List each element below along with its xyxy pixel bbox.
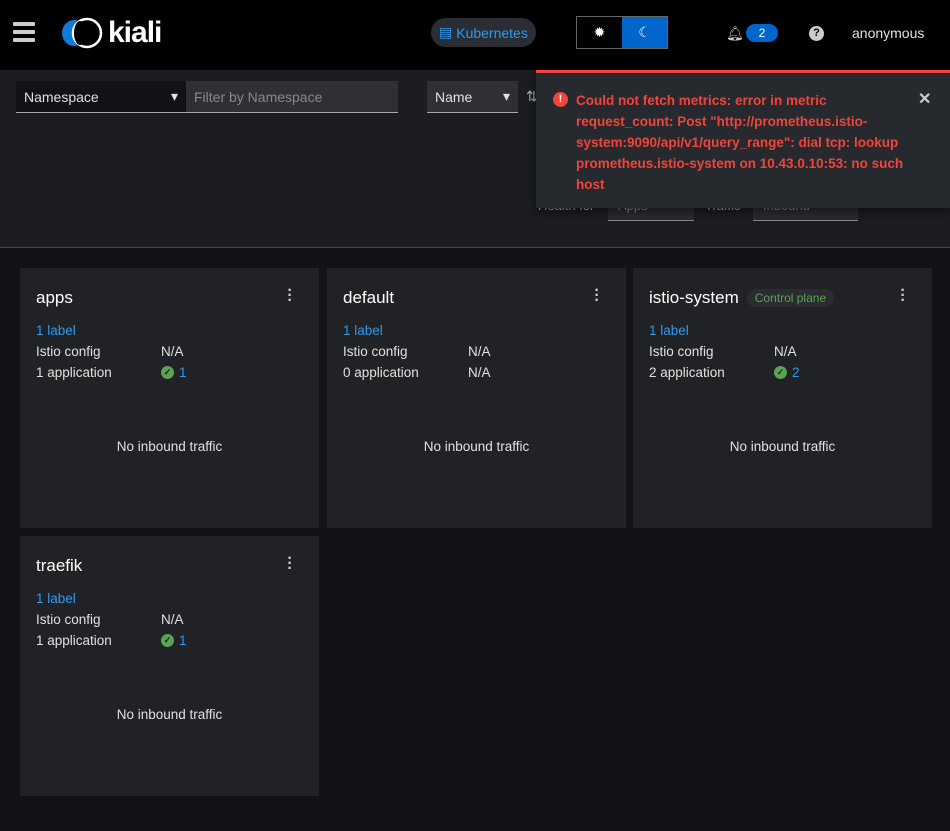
- error-message: Could not fetch metrics: error in metric…: [576, 93, 904, 192]
- close-icon[interactable]: ✕: [918, 89, 931, 109]
- labels-link[interactable]: 1 label: [343, 323, 383, 338]
- error-alert: ! Could not fetch metrics: error in metr…: [536, 70, 950, 208]
- menu-toggle-icon[interactable]: [13, 22, 35, 42]
- kebab-menu-icon[interactable]: · · ·: [287, 283, 293, 309]
- logo-text: kiali: [108, 16, 162, 49]
- istio-config-value: N/A: [161, 344, 184, 359]
- control-plane-badge: Control plane: [746, 289, 835, 307]
- istio-config-value: N/A: [161, 612, 184, 627]
- applications-value[interactable]: ✓ 1: [161, 365, 187, 380]
- istio-config-label: Istio config: [343, 344, 408, 359]
- namespace-filter-select[interactable]: Namespace ▾: [16, 81, 186, 113]
- istio-config-value: N/A: [468, 344, 491, 359]
- caret-down-icon: ▾: [502, 88, 510, 104]
- istio-config-label: Istio config: [36, 612, 101, 627]
- namespace-card: default · · · 1 label Istio config N/A 0 a…: [327, 268, 626, 528]
- namespace-name[interactable]: apps: [36, 288, 73, 308]
- cluster-badge[interactable]: ▤ Kubernetes: [431, 18, 536, 47]
- labels-link[interactable]: 1 label: [36, 591, 76, 606]
- namespace-select-label: Namespace: [24, 88, 99, 105]
- kiali-logo-icon: [62, 17, 103, 49]
- labels-link[interactable]: 1 label: [649, 323, 689, 338]
- traffic-status: No inbound traffic: [729, 439, 836, 454]
- traffic-status: No inbound traffic: [423, 439, 530, 454]
- kiali-logo[interactable]: kiali: [60, 16, 162, 50]
- check-circle-icon: ✓: [774, 366, 787, 379]
- notification-badge[interactable]: 2: [746, 24, 778, 42]
- applications-label: 2 application: [649, 365, 725, 380]
- sort-select[interactable]: Name ▾: [427, 81, 518, 113]
- traffic-status: No inbound traffic: [116, 439, 223, 454]
- namespace-name[interactable]: default: [343, 288, 394, 308]
- namespace-title[interactable]: apps: [36, 288, 73, 308]
- applications-value[interactable]: ✓ 2: [774, 365, 800, 380]
- namespace-card: apps · · · 1 label Istio config N/A 1 appl…: [20, 268, 319, 528]
- kebab-menu-icon[interactable]: · · ·: [287, 551, 293, 577]
- istio-config-label: Istio config: [36, 344, 101, 359]
- kebab-menu-icon[interactable]: · · ·: [900, 283, 906, 309]
- theme-toggle[interactable]: ✹ ☾: [576, 16, 668, 49]
- namespace-name[interactable]: istio-system: [649, 288, 739, 308]
- caret-down-icon: ▾: [170, 88, 178, 104]
- applications-label: 1 application: [36, 365, 112, 380]
- applications-value[interactable]: ✓ 1: [161, 633, 187, 648]
- namespace-title[interactable]: istio-system Control plane: [649, 288, 835, 308]
- cluster-icon: ▤: [439, 24, 453, 40]
- istio-config-label: Istio config: [649, 344, 714, 359]
- applications-count[interactable]: 1: [179, 365, 187, 380]
- namespace-name[interactable]: traefik: [36, 556, 82, 576]
- applications-count[interactable]: 2: [792, 365, 800, 380]
- dark-theme-button[interactable]: ☾: [622, 17, 667, 48]
- applications-label: 1 application: [36, 633, 112, 648]
- cluster-label: Kubernetes: [456, 24, 528, 41]
- namespace-card: traefik · · · 1 label Istio config N/A 1 a…: [20, 536, 319, 796]
- namespace-card: istio-system Control plane · · · 1 label Is…: [633, 268, 932, 528]
- namespace-filter-input[interactable]: Filter by Namespace: [186, 81, 398, 113]
- check-circle-icon: ✓: [161, 634, 174, 647]
- bell-icon[interactable]: 🔔︎: [726, 25, 744, 42]
- namespace-title[interactable]: default: [343, 288, 394, 308]
- moon-icon: ☾: [638, 24, 651, 40]
- traffic-status: No inbound traffic: [116, 707, 223, 722]
- applications-label: 0 application: [343, 365, 419, 380]
- exclamation-circle-icon: !: [553, 92, 568, 107]
- help-icon[interactable]: ?: [809, 26, 824, 41]
- user-menu[interactable]: anonymous: [852, 25, 924, 41]
- applications-count[interactable]: 1: [179, 633, 187, 648]
- applications-value[interactable]: N/A: [468, 365, 491, 380]
- light-theme-button[interactable]: ✹: [577, 17, 622, 48]
- masthead: kiali ▤ Kubernetes ✹ ☾ 🔔︎ 2 ? anonymous: [0, 0, 950, 70]
- labels-link[interactable]: 1 label: [36, 323, 76, 338]
- sort-select-label: Name: [435, 88, 473, 105]
- kebab-menu-icon[interactable]: · · ·: [594, 283, 600, 309]
- check-circle-icon: ✓: [161, 366, 174, 379]
- istio-config-value: N/A: [774, 344, 797, 359]
- namespace-title[interactable]: traefik: [36, 556, 82, 576]
- sun-icon: ✹: [593, 24, 606, 40]
